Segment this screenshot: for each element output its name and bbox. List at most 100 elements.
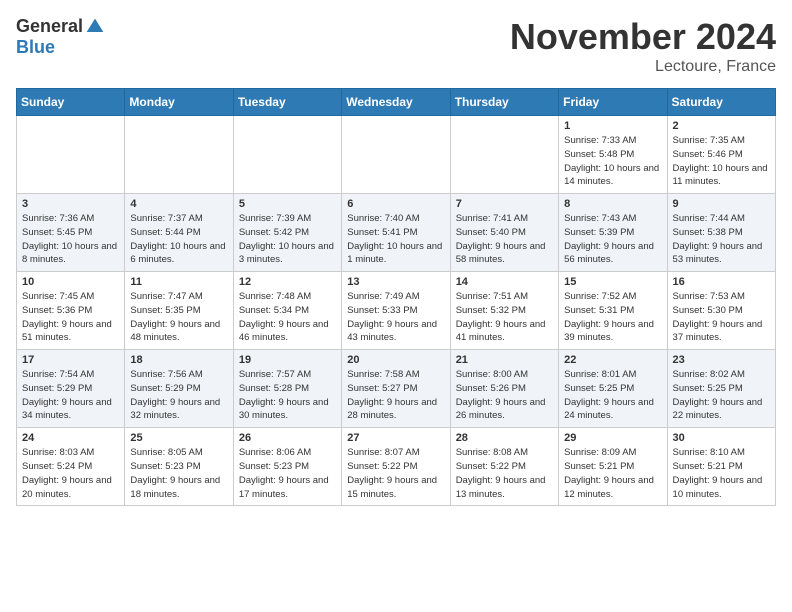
weekday-header-tuesday: Tuesday xyxy=(233,89,341,116)
day-info: Sunrise: 7:44 AM Sunset: 5:38 PM Dayligh… xyxy=(673,212,770,267)
day-info: Sunrise: 8:06 AM Sunset: 5:23 PM Dayligh… xyxy=(239,446,336,501)
logo-icon xyxy=(85,17,105,37)
calendar-day-21: 21 Sunrise: 8:00 AM Sunset: 5:26 PM Dayli… xyxy=(450,350,558,428)
logo-blue-text: Blue xyxy=(16,37,55,57)
day-number: 3 xyxy=(22,198,119,210)
day-info: Sunrise: 8:02 AM Sunset: 5:25 PM Dayligh… xyxy=(673,368,770,423)
day-number: 2 xyxy=(673,120,770,132)
day-number: 27 xyxy=(347,432,444,444)
weekday-header-saturday: Saturday xyxy=(667,89,775,116)
day-number: 22 xyxy=(564,354,661,366)
calendar-day-14: 14 Sunrise: 7:51 AM Sunset: 5:32 PM Dayli… xyxy=(450,272,558,350)
calendar-day-13: 13 Sunrise: 7:49 AM Sunset: 5:33 PM Dayli… xyxy=(342,272,450,350)
day-number: 28 xyxy=(456,432,553,444)
calendar-day-11: 11Sunrise: 7:47 AM Sunset: 5:35 PM Dayli… xyxy=(125,272,233,350)
day-info: Sunrise: 7:36 AM Sunset: 5:45 PM Dayligh… xyxy=(22,212,119,267)
day-info: Sunrise: 7:47 AM Sunset: 5:35 PM Dayligh… xyxy=(130,290,227,345)
weekday-header-wednesday: Wednesday xyxy=(342,89,450,116)
day-number: 20 xyxy=(347,354,444,366)
day-number: 16 xyxy=(673,276,770,288)
page-header: General Blue November 2024 Lectoure, Fra… xyxy=(16,16,776,76)
day-number: 12 xyxy=(239,276,336,288)
day-info: Sunrise: 8:08 AM Sunset: 5:22 PM Dayligh… xyxy=(456,446,553,501)
calendar-day-2: 2 Sunrise: 7:35 AM Sunset: 5:46 PM Daylig… xyxy=(667,116,775,194)
day-info: Sunrise: 7:39 AM Sunset: 5:42 PM Dayligh… xyxy=(239,212,336,267)
calendar-table: SundayMondayTuesdayWednesdayThursdayFrid… xyxy=(16,88,776,506)
day-number: 25 xyxy=(130,432,227,444)
location: Lectoure, France xyxy=(510,58,776,76)
calendar-day-19: 19Sunrise: 7:57 AM Sunset: 5:28 PM Dayli… xyxy=(233,350,341,428)
calendar-day-10: 10 Sunrise: 7:45 AM Sunset: 5:36 PM Dayli… xyxy=(17,272,125,350)
day-number: 7 xyxy=(456,198,553,210)
calendar-day-17: 17Sunrise: 7:54 AM Sunset: 5:29 PM Dayli… xyxy=(17,350,125,428)
day-info: Sunrise: 8:07 AM Sunset: 5:22 PM Dayligh… xyxy=(347,446,444,501)
calendar-day-6: 6Sunrise: 7:40 AM Sunset: 5:41 PM Daylig… xyxy=(342,194,450,272)
weekday-header-monday: Monday xyxy=(125,89,233,116)
day-number: 10 xyxy=(22,276,119,288)
day-info: Sunrise: 7:33 AM Sunset: 5:48 PM Dayligh… xyxy=(564,134,661,189)
day-info: Sunrise: 7:49 AM Sunset: 5:33 PM Dayligh… xyxy=(347,290,444,345)
calendar-day-25: 25 Sunrise: 8:05 AM Sunset: 5:23 PM Dayli… xyxy=(125,428,233,506)
day-number: 1 xyxy=(564,120,661,132)
day-number: 23 xyxy=(673,354,770,366)
weekday-header-row: SundayMondayTuesdayWednesdayThursdayFrid… xyxy=(17,89,776,116)
day-number: 30 xyxy=(673,432,770,444)
day-number: 17 xyxy=(22,354,119,366)
calendar-day-28: 28 Sunrise: 8:08 AM Sunset: 5:22 PM Dayli… xyxy=(450,428,558,506)
day-info: Sunrise: 8:00 AM Sunset: 5:26 PM Dayligh… xyxy=(456,368,553,423)
calendar-day-20: 20 Sunrise: 7:58 AM Sunset: 5:27 PM Dayli… xyxy=(342,350,450,428)
day-info: Sunrise: 8:10 AM Sunset: 5:21 PM Dayligh… xyxy=(673,446,770,501)
calendar-day-3: 3 Sunrise: 7:36 AM Sunset: 5:45 PM Daylig… xyxy=(17,194,125,272)
calendar-empty-cell xyxy=(17,116,125,194)
calendar-day-15: 15 Sunrise: 7:52 AM Sunset: 5:31 PM Dayli… xyxy=(559,272,667,350)
day-number: 8 xyxy=(564,198,661,210)
calendar-day-24: 24Sunrise: 8:03 AM Sunset: 5:24 PM Dayli… xyxy=(17,428,125,506)
day-info: Sunrise: 7:35 AM Sunset: 5:46 PM Dayligh… xyxy=(673,134,770,189)
day-info: Sunrise: 8:01 AM Sunset: 5:25 PM Dayligh… xyxy=(564,368,661,423)
weekday-header-sunday: Sunday xyxy=(17,89,125,116)
day-number: 15 xyxy=(564,276,661,288)
calendar-day-16: 16 Sunrise: 7:53 AM Sunset: 5:30 PM Dayli… xyxy=(667,272,775,350)
calendar-day-29: 29 Sunrise: 8:09 AM Sunset: 5:21 PM Dayli… xyxy=(559,428,667,506)
calendar-empty-cell xyxy=(342,116,450,194)
day-number: 13 xyxy=(347,276,444,288)
day-info: Sunrise: 7:52 AM Sunset: 5:31 PM Dayligh… xyxy=(564,290,661,345)
calendar-day-22: 22 Sunrise: 8:01 AM Sunset: 5:25 PM Dayli… xyxy=(559,350,667,428)
day-number: 26 xyxy=(239,432,336,444)
calendar-day-5: 5Sunrise: 7:39 AM Sunset: 5:42 PM Daylig… xyxy=(233,194,341,272)
calendar-day-4: 4Sunrise: 7:37 AM Sunset: 5:44 PM Daylig… xyxy=(125,194,233,272)
calendar-empty-cell xyxy=(125,116,233,194)
day-info: Sunrise: 7:53 AM Sunset: 5:30 PM Dayligh… xyxy=(673,290,770,345)
day-info: Sunrise: 7:58 AM Sunset: 5:27 PM Dayligh… xyxy=(347,368,444,423)
logo-general-text: General xyxy=(16,16,83,37)
calendar-week-row: 3 Sunrise: 7:36 AM Sunset: 5:45 PM Daylig… xyxy=(17,194,776,272)
day-number: 6 xyxy=(347,198,444,210)
title-area: November 2024 Lectoure, France xyxy=(510,16,776,76)
day-number: 24 xyxy=(22,432,119,444)
month-title: November 2024 xyxy=(510,16,776,58)
day-info: Sunrise: 8:05 AM Sunset: 5:23 PM Dayligh… xyxy=(130,446,227,501)
calendar-empty-cell xyxy=(233,116,341,194)
calendar-day-30: 30 Sunrise: 8:10 AM Sunset: 5:21 PM Dayli… xyxy=(667,428,775,506)
weekday-header-thursday: Thursday xyxy=(450,89,558,116)
calendar-week-row: 17Sunrise: 7:54 AM Sunset: 5:29 PM Dayli… xyxy=(17,350,776,428)
day-number: 4 xyxy=(130,198,227,210)
calendar-day-9: 9Sunrise: 7:44 AM Sunset: 5:38 PM Daylig… xyxy=(667,194,775,272)
calendar-day-18: 18 Sunrise: 7:56 AM Sunset: 5:29 PM Dayli… xyxy=(125,350,233,428)
day-number: 14 xyxy=(456,276,553,288)
calendar-day-27: 27 Sunrise: 8:07 AM Sunset: 5:22 PM Dayli… xyxy=(342,428,450,506)
calendar-day-23: 23 Sunrise: 8:02 AM Sunset: 5:25 PM Dayli… xyxy=(667,350,775,428)
day-info: Sunrise: 7:56 AM Sunset: 5:29 PM Dayligh… xyxy=(130,368,227,423)
calendar-day-12: 12Sunrise: 7:48 AM Sunset: 5:34 PM Dayli… xyxy=(233,272,341,350)
day-info: Sunrise: 7:45 AM Sunset: 5:36 PM Dayligh… xyxy=(22,290,119,345)
calendar-week-row: 24Sunrise: 8:03 AM Sunset: 5:24 PM Dayli… xyxy=(17,428,776,506)
day-info: Sunrise: 7:41 AM Sunset: 5:40 PM Dayligh… xyxy=(456,212,553,267)
day-info: Sunrise: 7:51 AM Sunset: 5:32 PM Dayligh… xyxy=(456,290,553,345)
calendar-day-1: 1 Sunrise: 7:33 AM Sunset: 5:48 PM Daylig… xyxy=(559,116,667,194)
calendar-week-row: 10 Sunrise: 7:45 AM Sunset: 5:36 PM Dayli… xyxy=(17,272,776,350)
day-info: Sunrise: 8:09 AM Sunset: 5:21 PM Dayligh… xyxy=(564,446,661,501)
day-number: 21 xyxy=(456,354,553,366)
day-number: 18 xyxy=(130,354,227,366)
day-number: 29 xyxy=(564,432,661,444)
weekday-header-friday: Friday xyxy=(559,89,667,116)
